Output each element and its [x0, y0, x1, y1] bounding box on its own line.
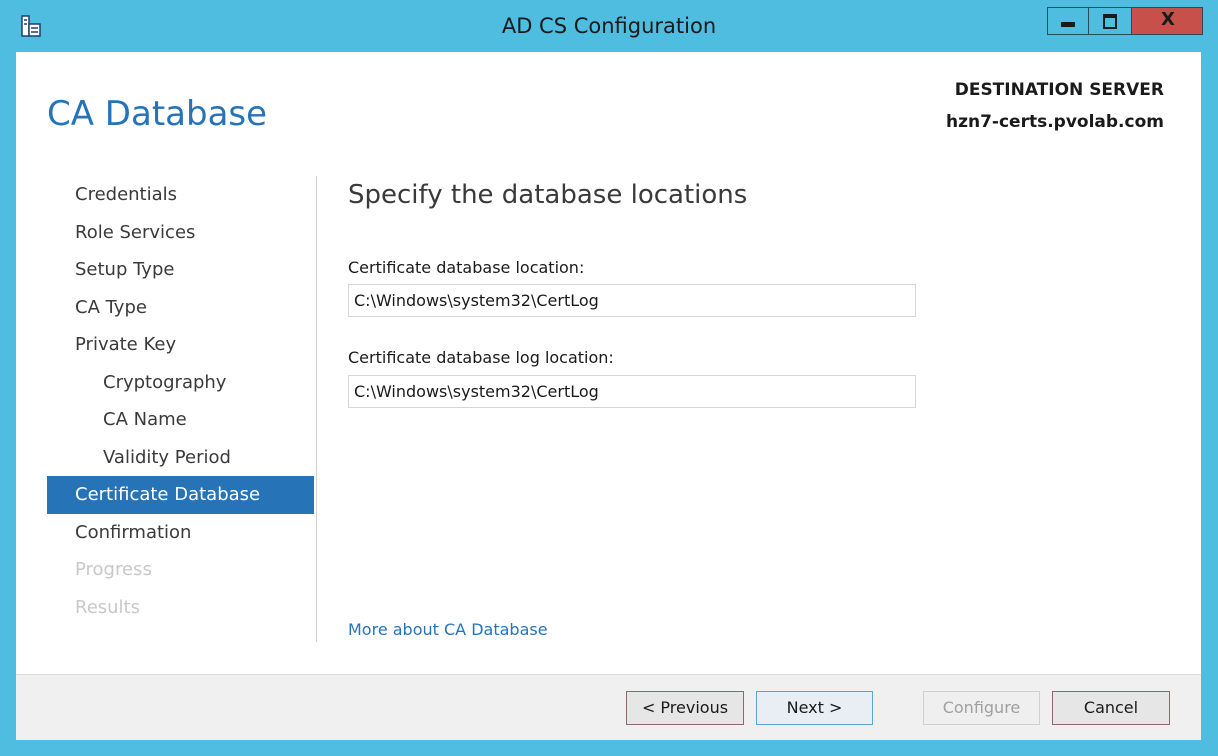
nav-item-ca-type[interactable]: CA Type — [47, 289, 314, 327]
minimize-button[interactable] — [1047, 7, 1089, 35]
next-button[interactable]: Next > — [756, 691, 873, 725]
nav-item-confirmation[interactable]: Confirmation — [47, 514, 314, 552]
db-location-input[interactable] — [348, 284, 916, 317]
destination-server-name: hzn7-certs.pvolab.com — [945, 112, 1164, 132]
minimize-icon — [1061, 22, 1075, 27]
close-button[interactable]: X — [1131, 7, 1203, 35]
previous-button[interactable]: < Previous — [626, 691, 744, 725]
nav-item-credentials[interactable]: Credentials — [47, 176, 314, 214]
main-panel: Specify the database locations Certifica… — [348, 176, 1168, 646]
configure-button: Configure — [923, 691, 1040, 725]
close-icon: X — [1161, 9, 1175, 30]
cancel-button[interactable]: Cancel — [1052, 691, 1170, 725]
wizard-nav: Credentials Role Services Setup Type CA … — [47, 176, 314, 626]
nav-item-certificate-database[interactable]: Certificate Database — [47, 476, 314, 514]
nav-item-ca-name[interactable]: CA Name — [47, 401, 314, 439]
title-bar: AD CS Configuration X — [0, 0, 1218, 52]
section-heading: Specify the database locations — [348, 180, 748, 210]
nav-item-cryptography[interactable]: Cryptography — [47, 364, 314, 402]
page-title: CA Database — [47, 94, 268, 134]
window-title: AD CS Configuration — [501, 14, 717, 38]
more-about-link[interactable]: More about CA Database — [348, 620, 548, 639]
nav-item-setup-type[interactable]: Setup Type — [47, 251, 314, 289]
maximize-button[interactable] — [1088, 7, 1132, 35]
nav-item-role-services[interactable]: Role Services — [47, 214, 314, 252]
db-location-label: Certificate database location: — [348, 258, 585, 277]
maximize-icon — [1103, 14, 1117, 29]
log-location-label: Certificate database log location: — [348, 348, 614, 367]
nav-divider — [316, 176, 317, 642]
nav-item-validity-period[interactable]: Validity Period — [47, 439, 314, 477]
nav-item-private-key[interactable]: Private Key — [47, 326, 314, 364]
wizard-footer: < Previous Next > Configure Cancel — [16, 674, 1201, 740]
destination-server-label: DESTINATION SERVER — [954, 80, 1164, 100]
wizard-content: CA Database DESTINATION SERVER hzn7-cert… — [16, 52, 1201, 674]
nav-item-results: Results — [75, 596, 140, 618]
log-location-input[interactable] — [348, 375, 916, 408]
nav-item-progress: Progress — [75, 559, 152, 580]
